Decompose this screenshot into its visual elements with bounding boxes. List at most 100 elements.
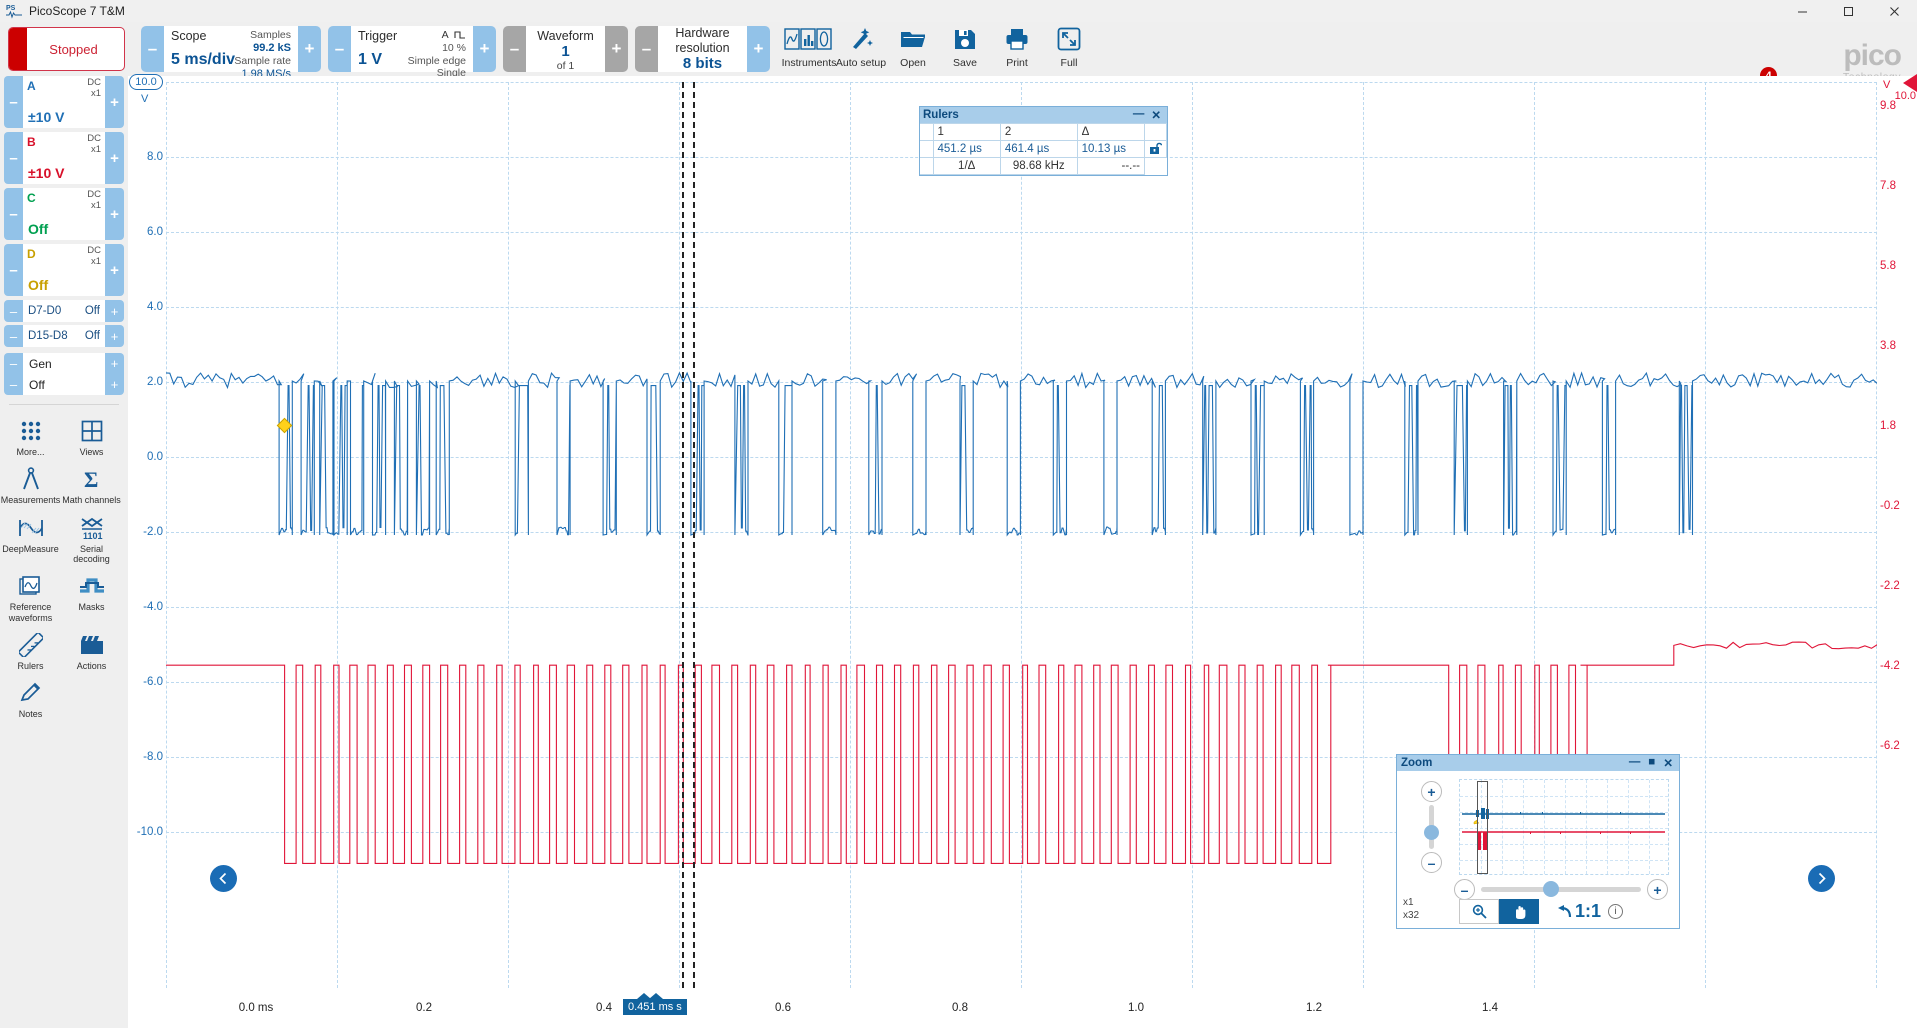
resolution-decrease-button[interactable]: – xyxy=(635,26,658,72)
sidebar-item-views[interactable]: Views xyxy=(61,412,122,460)
timebase-decrease-button[interactable]: – xyxy=(141,26,164,72)
lock-open-icon[interactable] xyxy=(1144,140,1167,158)
channel-b-decrease-button[interactable]: – xyxy=(4,132,23,184)
channel-d-body[interactable]: D DC x1 Off xyxy=(23,244,105,296)
resolution-display[interactable]: Hardware resolution 8 bits xyxy=(658,26,747,72)
zoom-in-button[interactable]: + xyxy=(1421,781,1442,802)
zoom-vertical-slider[interactable]: + – xyxy=(1421,781,1442,873)
channel-d-range: Off xyxy=(28,277,49,293)
close-button[interactable] xyxy=(1871,0,1917,22)
full-screen-button[interactable]: Full xyxy=(1043,22,1095,69)
sidebar-item-reference-waveforms[interactable]: Reference waveforms xyxy=(0,567,61,626)
zoom-maximize-button[interactable]: ■ xyxy=(1648,756,1655,770)
waveform-previous-button[interactable]: – xyxy=(503,26,526,72)
channel-d-increase-button[interactable]: + xyxy=(105,244,124,296)
channel-a-top-badge[interactable]: 10.0 xyxy=(129,74,163,90)
ruler-delta-value[interactable]: 10.13 µs xyxy=(1076,140,1146,158)
channel-b-increase-button[interactable]: + xyxy=(105,132,124,184)
pan-right-button[interactable]: + xyxy=(1647,879,1668,900)
sidebar-item-notes[interactable]: Notes xyxy=(0,674,61,722)
pan-left-button[interactable]: – xyxy=(1454,879,1475,900)
timebase-increase-button[interactable]: + xyxy=(298,26,321,72)
gen-state-decrease-button[interactable]: – xyxy=(4,374,23,395)
sidebar-item-serial-decoding[interactable]: 1101 Serial decoding xyxy=(61,509,122,568)
left-y-tick: 4.0 xyxy=(147,301,163,313)
channel-d-row[interactable]: – D DC x1 Off + xyxy=(4,244,124,296)
zoom-magnifier-tool[interactable] xyxy=(1459,899,1499,924)
channel-a-increase-button[interactable]: + xyxy=(105,76,124,128)
sidebar-item-masks[interactable]: Masks xyxy=(61,567,122,626)
instruments-button[interactable]: Instruments xyxy=(782,22,836,69)
zoom-overview-map[interactable] xyxy=(1459,779,1669,875)
channel-a-row[interactable]: – A DC x1 ±10 V + xyxy=(4,76,124,128)
channel-c-increase-button[interactable]: + xyxy=(105,188,124,240)
gen-row[interactable]: – Gen + xyxy=(4,353,124,374)
channel-a-decrease-button[interactable]: – xyxy=(4,76,23,128)
digital-d15-d8-decrease-button[interactable]: – xyxy=(4,325,23,347)
ruler-2-value[interactable]: 461.4 µs xyxy=(999,140,1078,158)
waveform-display[interactable]: Waveform 1 of 1 xyxy=(526,26,605,72)
channel-c-decrease-button[interactable]: – xyxy=(4,188,23,240)
trigger-decrease-button[interactable]: – xyxy=(328,26,351,72)
ruler-1-value[interactable]: 451.2 µs xyxy=(932,140,1001,158)
zoom-close-button[interactable]: ✕ xyxy=(1663,756,1673,770)
run-stop-button[interactable]: Stopped xyxy=(8,27,125,71)
channel-c-body[interactable]: C DC x1 Off xyxy=(23,188,105,240)
zoom-vertical-thumb[interactable] xyxy=(1424,825,1439,840)
scroll-left-button[interactable] xyxy=(210,865,237,892)
zoom-minimize-button[interactable]: — xyxy=(1629,756,1641,770)
digital-d7-d0-body[interactable]: D7-D0 Off xyxy=(23,300,105,322)
open-button[interactable]: Open xyxy=(887,22,939,69)
maximize-button[interactable] xyxy=(1825,0,1871,22)
trigger-display[interactable]: Trigger 1 V A 10 % Simple edge Single xyxy=(351,26,473,79)
sidebar-item-deepmeasure[interactable]: DeepMeasure xyxy=(0,509,61,568)
gen-state-cell[interactable]: Off xyxy=(23,374,105,395)
timebase-display[interactable]: Scope 5 ms/div Samples 99.2 kS Sample ra… xyxy=(164,26,298,80)
zoom-horizontal-track[interactable] xyxy=(1481,887,1641,892)
gen-increase-button[interactable]: + xyxy=(105,353,124,374)
zoom-out-button[interactable]: – xyxy=(1421,852,1442,873)
sidebar-item-rulers[interactable]: Rulers xyxy=(0,626,61,674)
channel-d-decrease-button[interactable]: – xyxy=(4,244,23,296)
digital-d15-d8-body[interactable]: D15-D8 Off xyxy=(23,325,105,347)
digital-d15-d8-increase-button[interactable]: + xyxy=(105,325,124,347)
zoom-panel[interactable]: Zoom — ■ ✕ + – – + x1 x32 1:1 i xyxy=(1396,754,1680,929)
cursor-time-badge[interactable]: 0.451 ms s xyxy=(623,993,687,1015)
digital-d7-d0-increase-button[interactable]: + xyxy=(105,300,124,322)
gen-state-row[interactable]: – Off + xyxy=(4,374,124,395)
waveform-next-button[interactable]: + xyxy=(605,26,628,72)
channel-a-body[interactable]: A DC x1 ±10 V xyxy=(23,76,105,128)
sidebar-item-actions[interactable]: Actions xyxy=(61,626,122,674)
trigger-increase-button[interactable]: + xyxy=(473,26,496,72)
ruler-2-line[interactable] xyxy=(693,82,695,988)
zoom-horizontal-thumb[interactable] xyxy=(1543,881,1559,897)
digital-d15-d8-row[interactable]: – D15-D8 Off + xyxy=(4,325,124,347)
rulers-panel[interactable]: Rulers — ✕ 1 2 Δ 451.2 µs 461.4 µs 10.13… xyxy=(919,106,1168,176)
gen-label-cell[interactable]: Gen xyxy=(23,353,105,374)
digital-d7-d0-row[interactable]: – D7-D0 Off + xyxy=(4,300,124,322)
gen-decrease-button[interactable]: – xyxy=(4,353,23,374)
rulers-minimize-button[interactable]: — xyxy=(1133,108,1145,122)
ruler-1-line[interactable] xyxy=(682,82,684,988)
auto-setup-button[interactable]: Auto setup xyxy=(835,22,887,69)
print-button[interactable]: Print xyxy=(991,22,1043,69)
resolution-increase-button[interactable]: + xyxy=(747,26,770,72)
sidebar-item-measurements[interactable]: Measurements xyxy=(0,460,61,508)
info-icon[interactable]: i xyxy=(1608,904,1624,919)
scroll-right-button[interactable] xyxy=(1808,865,1835,892)
channel-b-body[interactable]: B DC x1 ±10 V xyxy=(23,132,105,184)
zoom-horizontal-slider[interactable]: – + xyxy=(1454,879,1668,900)
rulers-close-button[interactable]: ✕ xyxy=(1151,108,1161,122)
sidebar-item-more[interactable]: More... xyxy=(0,412,61,460)
minimize-button[interactable] xyxy=(1779,0,1825,22)
channel-b-row[interactable]: – B DC x1 ±10 V + xyxy=(4,132,124,184)
digital-d7-d0-decrease-button[interactable]: – xyxy=(4,300,23,322)
gen-state-increase-button[interactable]: + xyxy=(105,374,124,395)
save-button[interactable]: Save xyxy=(939,22,991,69)
zoom-reset-button[interactable]: 1:1 xyxy=(1553,901,1601,922)
zoom-selection-box[interactable] xyxy=(1477,781,1488,874)
channel-c-row[interactable]: – C DC x1 Off + xyxy=(4,188,124,240)
sidebar-item-math-channels[interactable]: Σ Math channels xyxy=(61,460,122,508)
channel-b-offset-marker[interactable] xyxy=(1903,74,1917,92)
zoom-hand-pan-tool[interactable] xyxy=(1499,899,1539,924)
